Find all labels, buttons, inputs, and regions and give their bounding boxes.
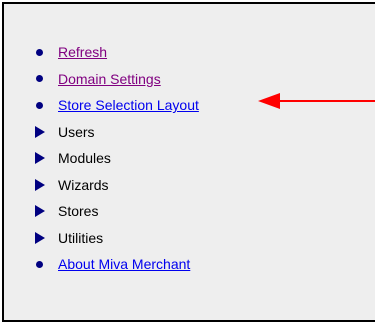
menu-item-modules[interactable]: Modules (34, 145, 199, 172)
menu-item-stores[interactable]: Stores (34, 198, 199, 225)
menu-item-store-selection-layout[interactable]: Store Selection Layout (34, 92, 199, 119)
expand-triangle-icon[interactable] (35, 125, 45, 138)
wizards-label[interactable]: Wizards (58, 177, 109, 193)
admin-menu: Refresh Domain Settings Store Selection … (34, 39, 199, 278)
store-selection-layout-link[interactable]: Store Selection Layout (58, 97, 199, 113)
expand-triangle-icon[interactable] (35, 178, 45, 191)
menu-item-domain-settings[interactable]: Domain Settings (34, 66, 199, 93)
users-label[interactable]: Users (58, 124, 95, 140)
menu-item-refresh[interactable]: Refresh (34, 39, 199, 66)
bullet-icon (36, 260, 43, 268)
bullet-icon (36, 48, 43, 56)
about-miva-merchant-link[interactable]: About Miva Merchant (58, 256, 190, 272)
menu-item-utilities[interactable]: Utilities (34, 225, 199, 252)
menu-item-about-miva-merchant[interactable]: About Miva Merchant (34, 251, 199, 278)
stores-label[interactable]: Stores (58, 203, 98, 219)
modules-label[interactable]: Modules (58, 150, 111, 166)
refresh-link[interactable]: Refresh (58, 44, 107, 60)
expand-triangle-icon[interactable] (35, 231, 45, 244)
expand-triangle-icon[interactable] (35, 152, 45, 165)
domain-settings-link[interactable]: Domain Settings (58, 71, 161, 87)
red-arrow-icon (258, 93, 375, 109)
menu-item-users[interactable]: Users (34, 119, 199, 146)
navigation-panel: Refresh Domain Settings Store Selection … (2, 2, 375, 322)
bullet-icon (36, 101, 43, 109)
menu-item-wizards[interactable]: Wizards (34, 172, 199, 199)
expand-triangle-icon[interactable] (35, 205, 45, 218)
bullet-icon (36, 75, 43, 83)
utilities-label[interactable]: Utilities (58, 230, 103, 246)
